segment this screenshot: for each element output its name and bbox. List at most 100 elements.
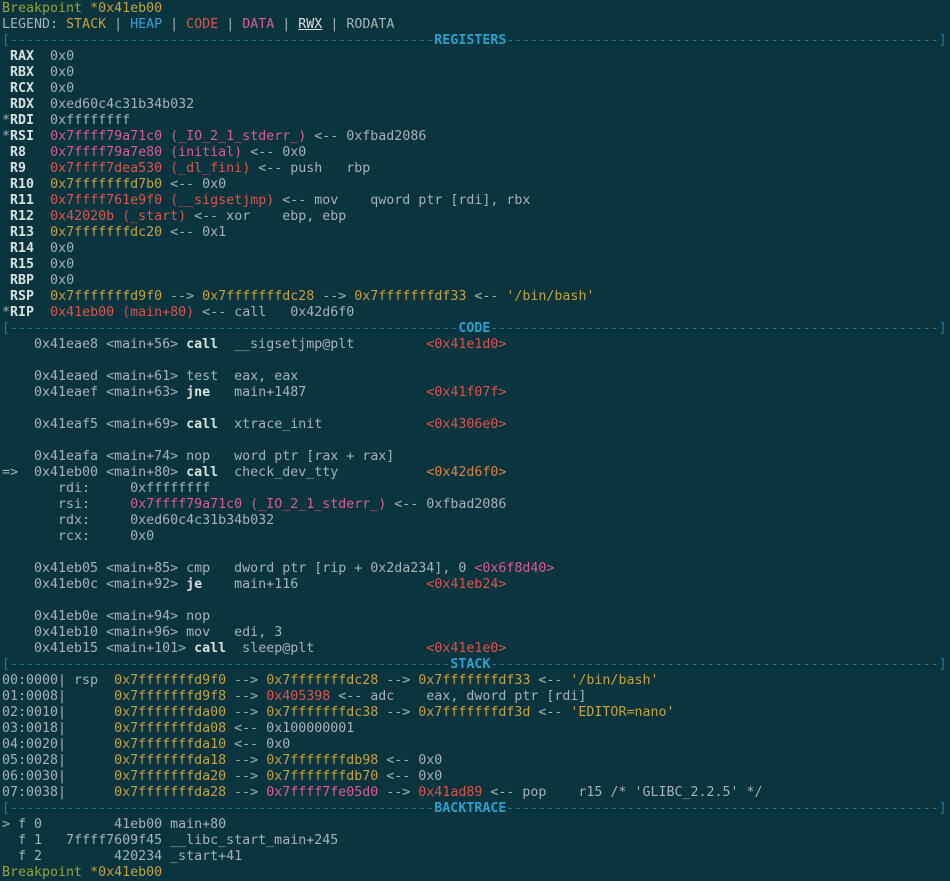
code-line: 0x41eaf5 <main+69> call xtrace_init <0x4… [2,417,950,433]
text-segment: 0x0 [34,273,74,288]
text-segment: * [2,129,10,144]
backtrace-divider-label: BACKTRACE [434,801,506,816]
text-segment: --> [226,785,266,800]
text-segment [322,417,426,432]
text-segment: jne [186,385,210,400]
text-segment: rcx: 0x0 [2,529,154,544]
text-segment: RAX [10,49,34,64]
code-line: 0x41eaef <main+63> jne main+1487 <0x41f0… [2,385,950,401]
text-segment: 0x41eaf5 <main+69> [2,417,186,432]
stack-divider-label: STACK [450,657,490,672]
text-segment: RDX [10,97,34,112]
text-segment: 0x405398 [266,689,330,704]
text-segment: 'EDITOR=nano' [570,705,674,720]
text-segment [2,193,10,208]
text-segment: RDI [10,113,34,128]
text-segment [298,577,426,592]
text-segment: 0x7fffffffdc28 [266,673,378,688]
backtrace-frame-1: f 1 7ffff7609f45 __libc_start_main+245 [2,833,950,849]
text-segment: 0x7fffffffda20 [114,769,226,784]
text-segment: | [274,17,298,32]
text-segment: | [106,17,130,32]
text-segment [2,209,10,224]
text-segment: 0x7ffff761e9f0 (__sigsetjmp) [50,193,274,208]
registers-divider-label: REGISTERS [434,33,506,48]
reg-rsi: *RSI 0x7ffff79a71c0 (_IO_2_1_stderr_) <-… [2,129,950,145]
text-segment: --> [226,689,266,704]
text-segment: check_dev_tty [218,465,338,480]
text-segment: R11 [10,193,34,208]
text-segment [2,225,10,240]
text-segment: 0x41ad89 [418,785,482,800]
debugger-terminal[interactable]: Breakpoint *0x41eb00LEGEND: STACK | HEAP… [2,1,950,881]
code-line: 0x41eb05 <main+85> cmp dword ptr [rip + … [2,561,950,577]
text-segment [354,337,426,352]
text-segment: <-- 0x1 [162,225,226,240]
text-segment: word ptr [rax + rax] [210,449,394,464]
text-segment [2,289,10,304]
text-segment: HEAP [130,17,162,32]
text-segment: --> [378,705,418,720]
text-segment: 0x0 [34,241,74,256]
text-segment: 0x41eb00 (main+80) [50,305,194,320]
text-segment [34,193,50,208]
text-segment: 0x7ffff79a71c0 (_IO_2_1_stderr_) [130,497,386,512]
text-segment: 0x7fffffffda18 [114,753,226,768]
text-segment: <-- [530,673,570,688]
text-segment: <-- [530,705,570,720]
divider-dashes: ----------------------------------------… [490,657,946,672]
divider-dashes: [---------------------------------------… [2,657,450,672]
text-segment [34,289,50,304]
text-segment: nop [186,449,210,464]
text-segment: 0x7fffffffda10 [114,737,226,752]
text-segment: RIP [10,305,34,320]
text-segment: 0x7ffff7fe05d0 [266,785,378,800]
text-segment: dword ptr [rip + 0x2da234], 0 [210,561,474,576]
text-segment: eax, eax [218,369,298,384]
text-segment: --> [378,785,418,800]
text-segment: '/bin/bash' [570,673,658,688]
text-segment: f 1 7ffff7609f45 __libc_start_main+245 [2,833,338,848]
text-segment: RSP [10,289,34,304]
text-segment: 0x7fffffffdf33 [418,673,530,688]
text-segment: <-- [466,289,506,304]
text-segment: xtrace_init [218,417,322,432]
text-segment: R14 [10,241,34,256]
text-segment: R15 [10,257,34,272]
text-segment [2,81,10,96]
text-segment: 0x41eaed <main+61> [2,369,186,384]
stack-row-03: 03:0018| 0x7fffffffda08 <-- 0x100000001 [2,721,950,737]
text-segment: 0x42020b (_start) [50,209,186,224]
text-segment: <0x6f8d40> [474,561,554,576]
text-segment: 07:0038| [2,785,114,800]
text-segment: <-- 0xfbad2086 [306,129,426,144]
text-segment: <-- 0x100000001 [226,721,354,736]
backtrace-frame-0: > f 0 41eb00 main+80 [2,817,950,833]
text-segment: cmp [186,561,210,576]
divider-dashes: [---------------------------------------… [2,321,458,336]
text-segment [34,305,50,320]
text-segment: 0x41eaef <main+63> [2,385,186,400]
text-segment: RSI [10,129,34,144]
text-segment: 00:0000| rsp [2,673,114,688]
breakpoint-banner-bottom: Breakpoint *0x41eb00 [2,865,950,881]
text-segment: edi, 3 [210,625,282,640]
text-segment: 01:0008| [2,689,114,704]
text-segment: R9 [10,161,26,176]
text-segment [2,49,10,64]
text-segment: 03:0018| [2,721,114,736]
text-segment: 0x0 [34,257,74,272]
text-segment: RWX [298,17,322,32]
text-segment: 0x0 [34,49,74,64]
code-line: 0x41eb15 <main+101> call sleep@plt <0x41… [2,641,950,657]
text-segment [34,209,50,224]
text-segment: <0x41eb24> [426,577,506,592]
stack-row-02: 02:0010| 0x7fffffffda00 --> 0x7fffffffdc… [2,705,950,721]
divider-dashes: [---------------------------------------… [2,801,434,816]
text-segment: 0x7fffffffda00 [114,705,226,720]
reg-r10: R10 0x7fffffffd7b0 <-- 0x0 [2,177,950,193]
text-segment: 0x41eae8 <main+56> [2,337,186,352]
text-segment [34,225,50,240]
text-segment: 0x41eafa <main+74> [2,449,186,464]
text-segment [26,145,50,160]
